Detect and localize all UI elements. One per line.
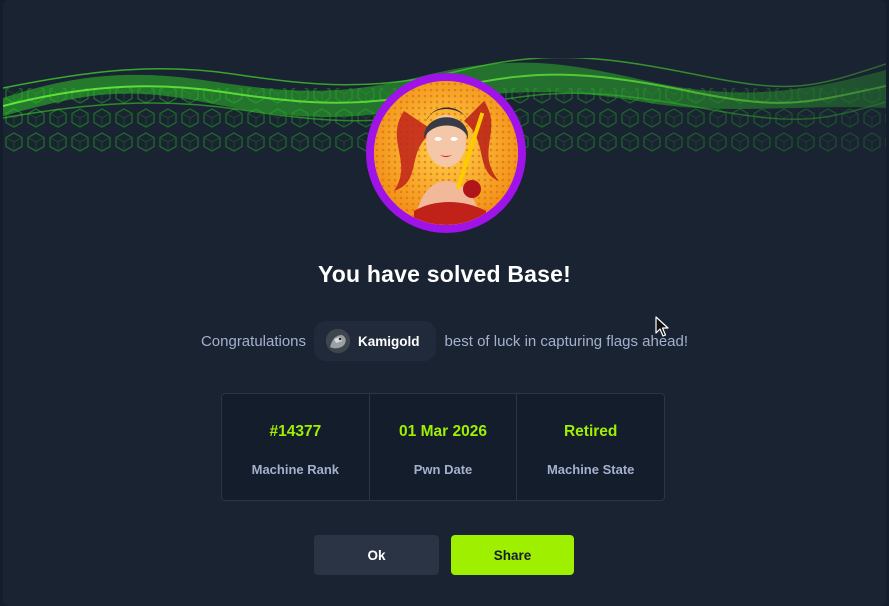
user-avatar-icon	[326, 329, 351, 353]
stat-machine-rank: #14377 Machine Rank	[222, 394, 370, 500]
congrats-prefix: Congratulations	[200, 332, 307, 350]
username: Kamigold	[358, 333, 420, 349]
congrats-suffix: best of luck in capturing flags ahead!	[444, 332, 689, 350]
congrats-message: Congratulations Kamigold best of luck in…	[3, 321, 886, 361]
stats-panel: #14377 Machine Rank 01 Mar 2026 Pwn Date…	[221, 393, 665, 501]
machine-avatar	[366, 73, 526, 233]
mouse-pointer-icon	[655, 316, 669, 338]
stat-value: 01 Mar 2026	[399, 423, 487, 440]
stat-label: Machine Rank	[251, 462, 340, 477]
ok-button[interactable]: Ok	[314, 535, 439, 575]
dialog-title: You have solved Base!	[317, 261, 572, 287]
share-button[interactable]: Share	[451, 535, 574, 575]
stat-label: Machine State	[546, 462, 635, 477]
stat-machine-state: Retired Machine State	[517, 394, 664, 500]
stat-value: #14377	[269, 423, 322, 440]
solved-dialog: You have solved Base! Congratulations Ka…	[3, 0, 886, 606]
user-chip[interactable]: Kamigold	[314, 321, 436, 361]
stat-value: Retired	[563, 423, 618, 440]
stat-label: Pwn Date	[413, 462, 473, 477]
machine-avatar-icon	[374, 81, 518, 225]
stat-pwn-date: 01 Mar 2026 Pwn Date	[370, 394, 518, 500]
